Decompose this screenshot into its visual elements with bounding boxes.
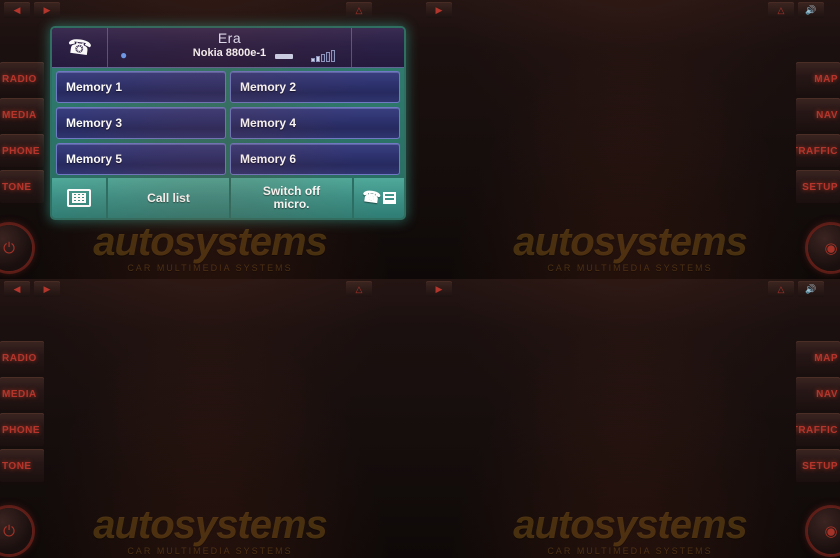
- hw-button-setup[interactable]: SETUP: [796, 170, 840, 203]
- hw-button-radio[interactable]: RADIO: [0, 62, 44, 95]
- tune-icon: ◉: [824, 240, 838, 257]
- signal-strength-icon: [311, 50, 335, 62]
- memory-tile-2[interactable]: Memory 2: [230, 71, 400, 103]
- quadrant-top-right: ▶ △ 🔊 MAP NAV TRAFFIC SETUP ◉ autosystem…: [420, 0, 840, 279]
- watermark-text-3: autosystems: [93, 503, 328, 547]
- hw-button-map-label-2: MAP: [814, 352, 838, 364]
- hw-button-traffic[interactable]: TRAFFIC: [796, 134, 840, 167]
- hw-button-setup-label-2: SETUP: [802, 460, 838, 472]
- watermark-3: autosystems CAR MULTIMEDIA SYSTEMS: [0, 505, 420, 556]
- status-phone-icon-cell: ☎: [52, 28, 108, 67]
- hw-button-setup-label: SETUP: [802, 181, 838, 193]
- hw-button-tone[interactable]: TONE: [0, 170, 44, 203]
- hw-button-media-label-2: MEDIA: [2, 388, 37, 400]
- hw-button-map[interactable]: MAP: [796, 62, 840, 95]
- hw-button-tone-label: TONE: [2, 181, 32, 193]
- memory-tile-5[interactable]: Memory 5: [56, 143, 226, 175]
- hw-button-tone-label-2: TONE: [2, 460, 32, 472]
- power-icon: ⏻: [3, 239, 15, 257]
- watermark-text: autosystems: [93, 220, 328, 264]
- watermark-text-4: autosystems: [513, 503, 748, 547]
- hw-button-media-2[interactable]: MEDIA: [0, 377, 44, 410]
- watermark-4: autosystems CAR MULTIMEDIA SYSTEMS: [420, 505, 840, 556]
- softkey-keypad[interactable]: [52, 178, 106, 218]
- hw-button-map-2[interactable]: MAP: [796, 341, 840, 374]
- hw-power-knob-2[interactable]: ⏻: [0, 508, 32, 554]
- hw-button-media[interactable]: MEDIA: [0, 98, 44, 131]
- hw-top-forward-button-4[interactable]: ▶: [426, 281, 452, 297]
- watermark-subtext: CAR MULTIMEDIA SYSTEMS: [127, 263, 293, 273]
- hw-button-nav-label: NAV: [816, 109, 838, 121]
- power-icon-2: ⏻: [3, 522, 15, 540]
- screenshot-root: ◀ ▶ △ RADIO MEDIA PHONE TONE ⏻ autosyste…: [0, 0, 840, 558]
- watermark-2: autosystems CAR MULTIMEDIA SYSTEMS: [420, 222, 840, 273]
- bluetooth-icon: ●: [120, 48, 128, 62]
- hw-button-setup-2[interactable]: SETUP: [796, 449, 840, 482]
- status-info: Era Nokia 8800e-1 ●: [108, 28, 352, 67]
- watermark-subtext-2: CAR MULTIMEDIA SYSTEMS: [547, 263, 713, 273]
- tune-icon-2: ◉: [824, 523, 838, 540]
- hw-hazard-button-2[interactable]: △: [768, 2, 794, 18]
- hw-button-nav-2[interactable]: NAV: [796, 377, 840, 410]
- screen-phone-memory: ☎ Era Nokia 8800e-1 ● Memory 1 Memory 2 …: [52, 28, 404, 218]
- hw-button-phone-label: PHONE: [2, 145, 41, 157]
- softkey-bar: Call list Switch off micro. ☎: [52, 178, 404, 218]
- hw-power-knob[interactable]: ⏻: [0, 225, 32, 271]
- hw-button-traffic-label-2: TRAFFIC: [796, 424, 838, 436]
- watermark: autosystems CAR MULTIMEDIA SYSTEMS: [0, 222, 420, 273]
- hw-button-phone[interactable]: PHONE: [0, 134, 44, 167]
- hw-button-traffic-2[interactable]: TRAFFIC: [796, 413, 840, 446]
- hw-hazard-button-3[interactable]: △: [346, 281, 372, 297]
- softkey-switch-off-micro[interactable]: Switch off micro.: [231, 178, 352, 218]
- hw-button-media-label: MEDIA: [2, 109, 37, 121]
- hw-button-radio-label: RADIO: [2, 73, 37, 85]
- status-right-cell: [352, 28, 404, 67]
- hw-tune-knob-2[interactable]: ◉: [808, 508, 840, 554]
- memory-tile-4[interactable]: Memory 4: [230, 107, 400, 139]
- memory-tile-6[interactable]: Memory 6: [230, 143, 400, 175]
- hw-hazard-button[interactable]: △: [346, 2, 372, 18]
- softkey-end-call[interactable]: ☎: [354, 178, 404, 218]
- hw-button-nav-label-2: NAV: [816, 388, 838, 400]
- memory-tile-grid: Memory 1 Memory 2 Memory 3 Memory 4 Memo…: [52, 68, 404, 178]
- quadrant-bottom-right: ▶ △ 🔊 MAP NAV TRAFFIC SETUP ◉ autosystem…: [420, 279, 840, 558]
- antenna-icon: [275, 54, 293, 59]
- hw-button-phone-2[interactable]: PHONE: [0, 413, 44, 446]
- hw-button-tone-2[interactable]: TONE: [0, 449, 44, 482]
- memory-tile-3[interactable]: Memory 3: [56, 107, 226, 139]
- softkey-call-list[interactable]: Call list: [108, 178, 229, 218]
- softkey-mute-line2: micro.: [273, 197, 310, 211]
- watermark-subtext-4: CAR MULTIMEDIA SYSTEMS: [547, 546, 713, 556]
- hw-button-map-label: MAP: [814, 73, 838, 85]
- phone-handset-icon: ☎: [65, 35, 94, 61]
- quadrant-top-left: ◀ ▶ △ RADIO MEDIA PHONE TONE ⏻ autosyste…: [0, 0, 420, 279]
- network-name: Era: [217, 30, 242, 46]
- status-bar: ☎ Era Nokia 8800e-1 ●: [52, 28, 404, 68]
- end-call-icon: ☎: [361, 188, 396, 207]
- hw-button-traffic-label: TRAFFIC: [796, 145, 838, 157]
- quadrant-bottom-left: ◀ ▶ △ RADIO MEDIA PHONE TONE ⏻ autosyste…: [0, 279, 420, 558]
- keypad-icon: [67, 189, 91, 207]
- hw-hazard-button-4[interactable]: △: [768, 281, 794, 297]
- hw-tune-knob[interactable]: ◉: [808, 225, 840, 271]
- hw-top-forward-button-2[interactable]: ▶: [426, 2, 452, 18]
- hw-button-radio-label-2: RADIO: [2, 352, 37, 364]
- hw-button-phone-label-2: PHONE: [2, 424, 41, 436]
- memory-tile-1[interactable]: Memory 1: [56, 71, 226, 103]
- watermark-text-2: autosystems: [513, 220, 748, 264]
- hw-button-nav[interactable]: NAV: [796, 98, 840, 131]
- hw-button-radio-2[interactable]: RADIO: [0, 341, 44, 374]
- watermark-subtext-3: CAR MULTIMEDIA SYSTEMS: [127, 546, 293, 556]
